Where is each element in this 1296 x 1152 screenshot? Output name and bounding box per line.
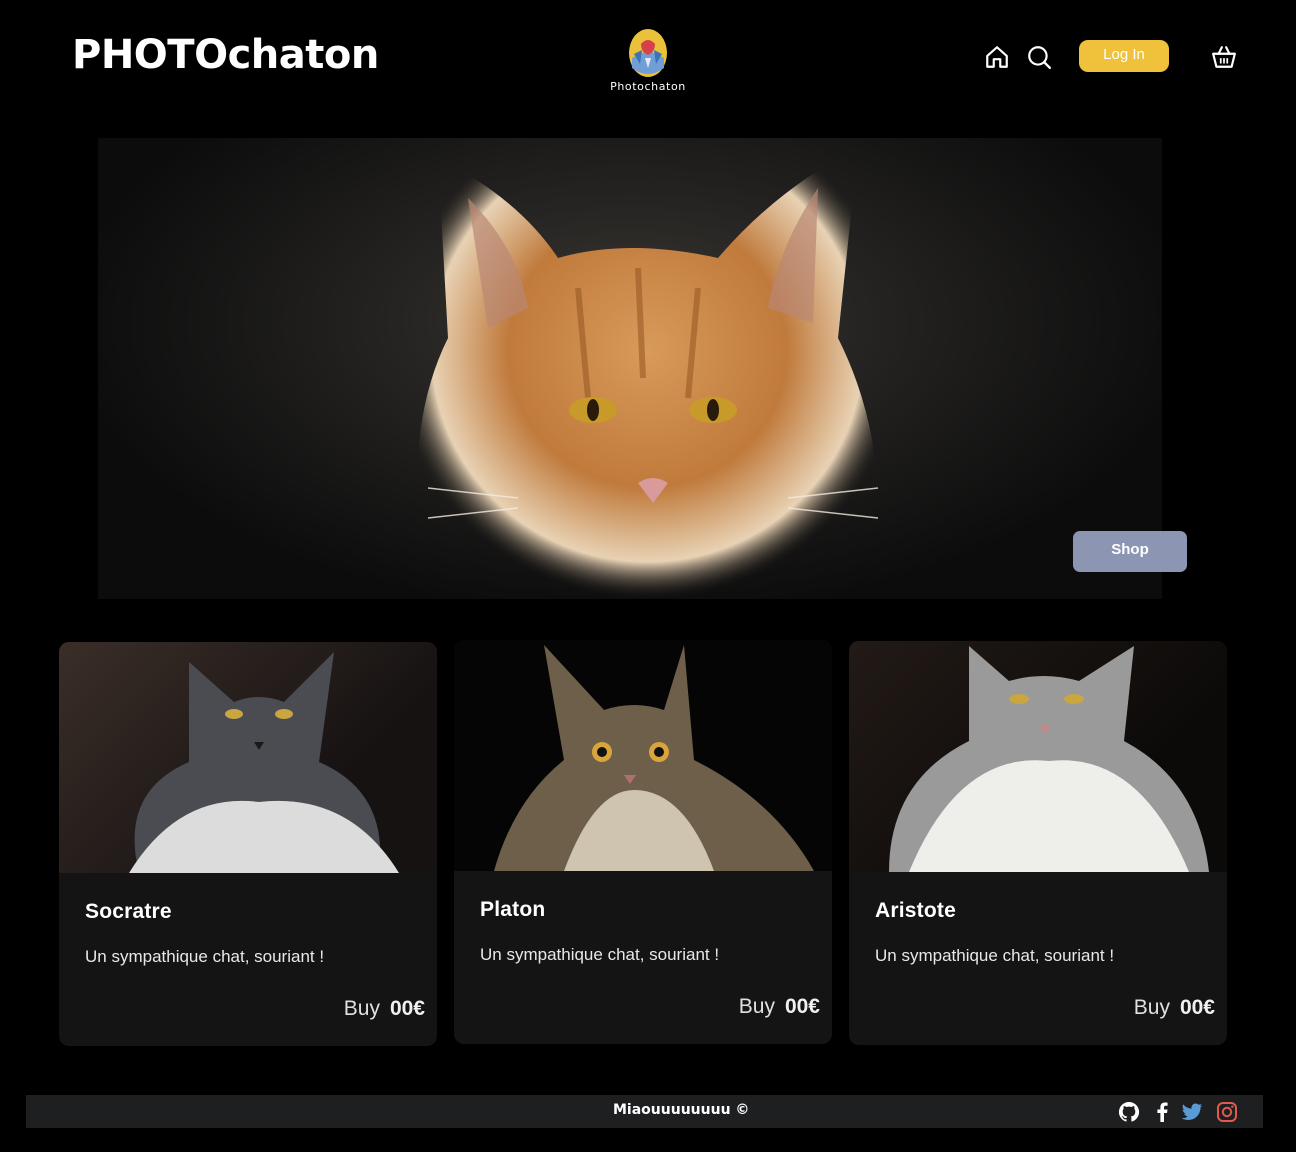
site-logo[interactable]: Photochaton (600, 28, 696, 93)
product-image[interactable] (849, 641, 1227, 872)
buy-label: Buy (738, 995, 775, 1018)
silver-cat-photo (889, 646, 1209, 872)
gray-cat-photo (129, 652, 399, 873)
logo-text: Photochaton (610, 80, 686, 93)
footer-copyright: Miaouuuuuuuu © (613, 1102, 750, 1118)
buy-button[interactable]: Buy 00€ (1134, 996, 1215, 1020)
product-name: Aristote (875, 899, 956, 922)
hero-banner-image (98, 138, 1162, 599)
product-price: 00€ (784, 995, 820, 1018)
product-image[interactable] (59, 642, 437, 873)
product-price: 00€ (1179, 996, 1215, 1019)
product-card: Socratre Un sympathique chat, souriant !… (59, 642, 437, 1046)
instagram-icon[interactable] (1215, 1100, 1239, 1124)
twitter-icon[interactable] (1180, 1100, 1204, 1124)
facebook-icon[interactable] (1150, 1100, 1174, 1124)
buy-label: Buy (1133, 996, 1170, 1019)
product-name: Platon (480, 898, 546, 921)
product-card: Platon Un sympathique chat, souriant ! B… (454, 640, 832, 1044)
product-card: Aristote Un sympathique chat, souriant !… (849, 641, 1227, 1045)
login-button[interactable]: Log In (1079, 40, 1169, 72)
basket-icon[interactable] (1211, 44, 1237, 70)
cat-logo-icon (629, 29, 667, 77)
buy-button[interactable]: Buy 00€ (344, 997, 425, 1021)
product-image[interactable] (454, 640, 832, 871)
product-description: Un sympathique chat, souriant ! (85, 947, 325, 966)
product-description: Un sympathique chat, souriant ! (480, 945, 720, 964)
orange-cat-photo (416, 148, 879, 599)
product-price: 00€ (389, 997, 425, 1020)
search-icon[interactable] (1026, 44, 1052, 70)
product-description: Un sympathique chat, souriant ! (875, 946, 1115, 965)
github-icon[interactable] (1117, 1100, 1141, 1124)
product-name: Socratre (85, 900, 172, 923)
brand-title[interactable]: PHOTOchaton (72, 32, 379, 78)
home-icon[interactable] (984, 44, 1010, 70)
buy-button[interactable]: Buy 00€ (739, 995, 820, 1019)
buy-label: Buy (343, 997, 380, 1020)
tabby-cat-photo (494, 645, 814, 871)
footer: Miaouuuuuuuu © (26, 1095, 1263, 1128)
shop-button[interactable]: Shop (1073, 531, 1187, 572)
